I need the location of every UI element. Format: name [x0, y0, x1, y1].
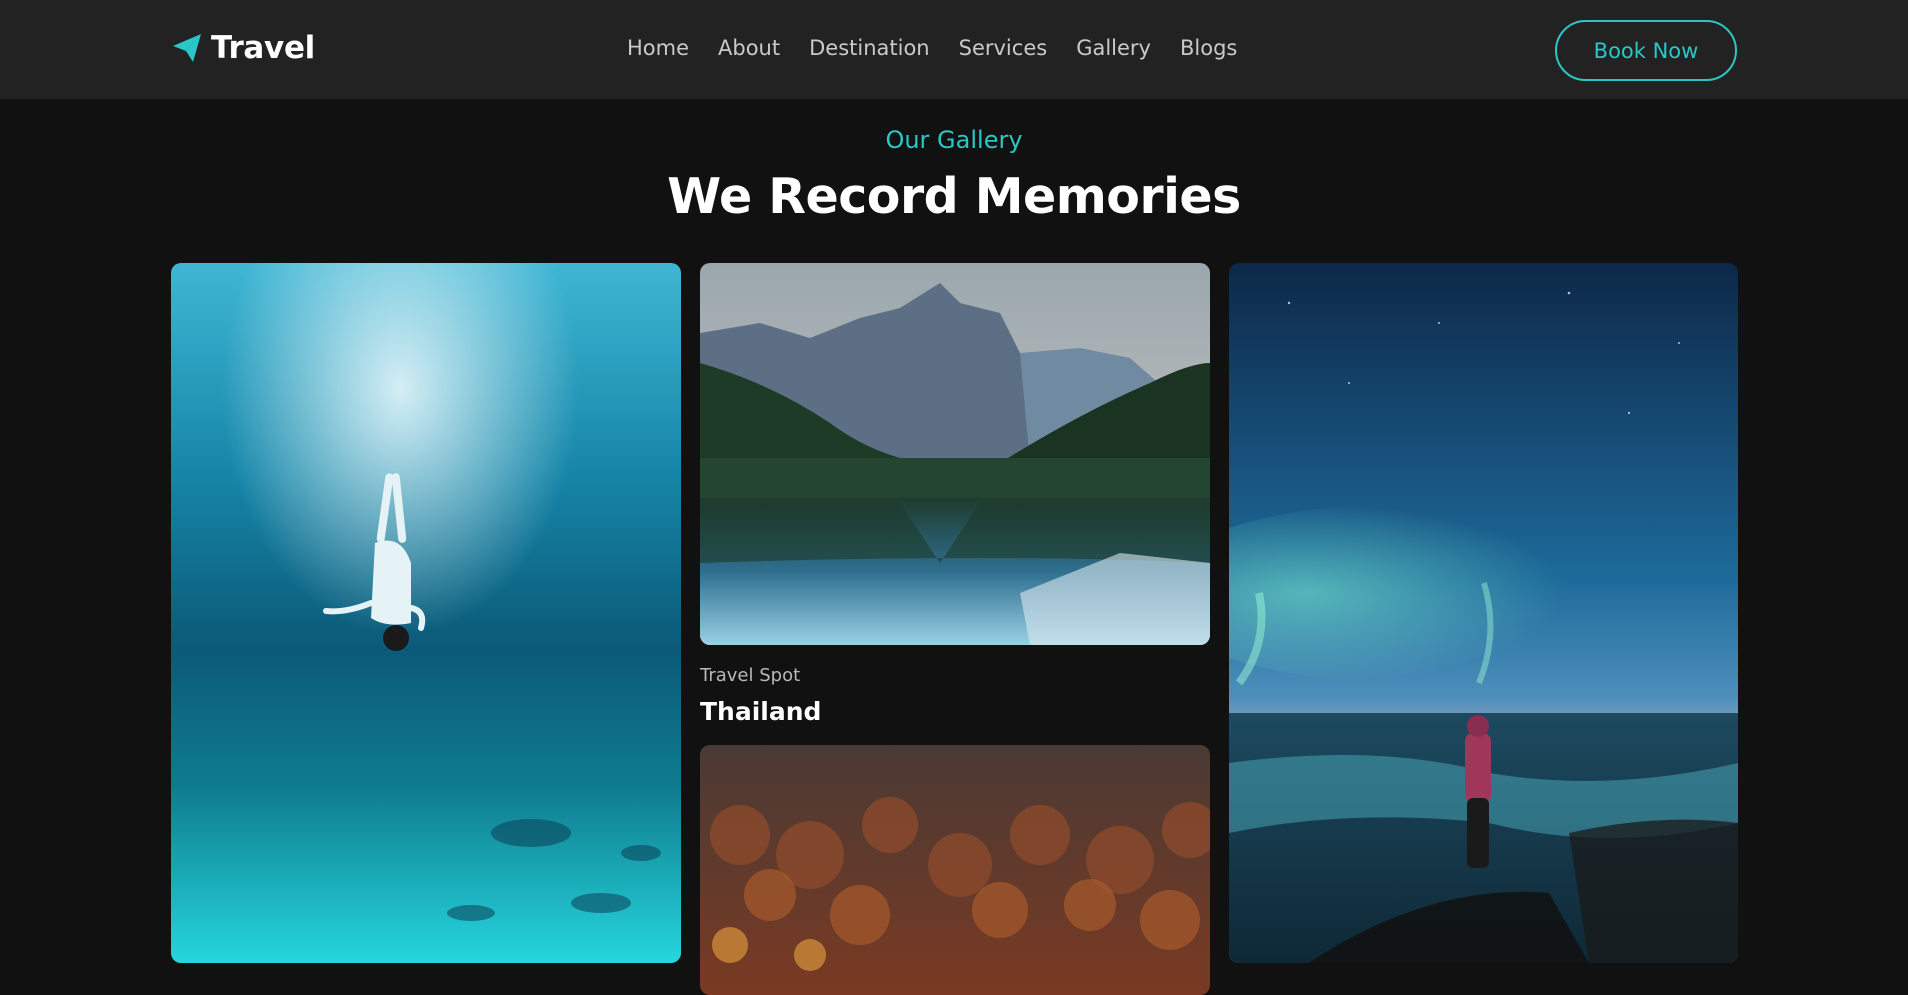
mountain-lake-photo[interactable] [700, 263, 1210, 645]
navbar: Travel Home About Destination Services G… [0, 0, 1908, 99]
nav-services[interactable]: Services [959, 36, 1048, 60]
underwater-diver-photo[interactable] [171, 263, 681, 963]
spot-label: Travel Spot [700, 665, 801, 686]
logo[interactable]: Travel [171, 30, 315, 66]
nav-blogs[interactable]: Blogs [1180, 36, 1237, 60]
book-now-button[interactable]: Book Now [1555, 20, 1737, 81]
logo-text: Travel [211, 30, 316, 66]
autumn-forest-photo[interactable] [700, 745, 1210, 995]
nav-gallery[interactable]: Gallery [1076, 36, 1151, 60]
paper-plane-icon [173, 34, 201, 62]
nav-destination[interactable]: Destination [809, 36, 930, 60]
section-eyebrow: Our Gallery [885, 126, 1023, 154]
main-nav: Home About Destination Services Gallery … [627, 36, 1237, 60]
nav-home[interactable]: Home [627, 36, 689, 60]
spot-name[interactable]: Thailand [700, 697, 821, 726]
nav-about[interactable]: About [718, 36, 780, 60]
aurora-night-photo[interactable] [1229, 263, 1738, 963]
section-title: We Record Memories [667, 168, 1241, 225]
